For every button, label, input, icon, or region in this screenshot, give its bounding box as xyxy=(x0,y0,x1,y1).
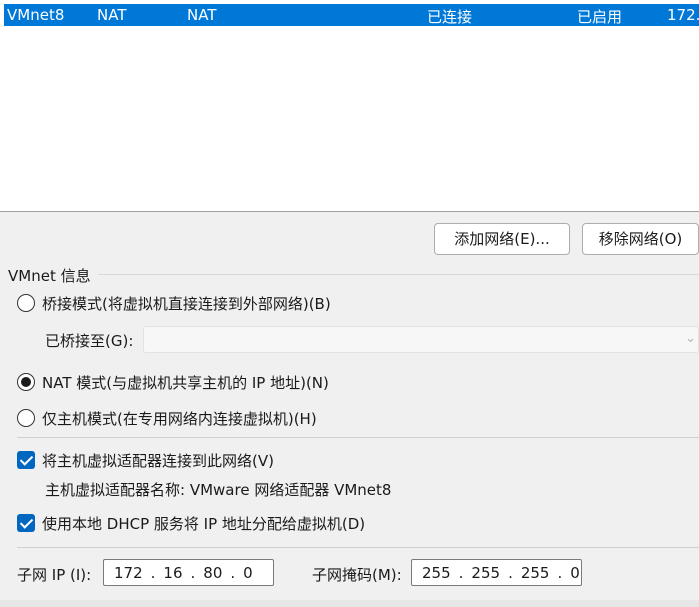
mask-octet[interactable]: 255 xyxy=(521,564,550,582)
mask-octet[interactable]: 255 xyxy=(422,564,451,582)
bridged-mode-label: 桥接模式(将虚拟机直接连接到外部网络)(B) xyxy=(42,294,331,313)
ip-octet[interactable]: 0 xyxy=(243,564,253,582)
group-title: VMnet 信息 xyxy=(8,267,91,285)
use-dhcp-label: 使用本地 DHCP 服务将 IP 地址分配给虚拟机(D) xyxy=(42,514,366,533)
bottom-strip xyxy=(0,600,699,607)
bridged-to-label: 已桥接至(G): xyxy=(45,332,134,350)
subnet-ip-input[interactable]: 172. 16. 80. 0 xyxy=(103,559,274,586)
nat-mode-radio[interactable]: NAT 模式(与虚拟机共享主机的 IP 地址)(N) xyxy=(17,371,329,393)
host-only-mode-label: 仅主机模式(在专用网络内连接虚拟机)(H) xyxy=(42,409,317,428)
subnet-ip-label: 子网 IP (I): xyxy=(17,566,92,584)
section-divider xyxy=(17,547,699,548)
ip-octet[interactable]: 172 xyxy=(114,564,143,582)
nat-mode-label: NAT 模式(与虚拟机共享主机的 IP 地址)(N) xyxy=(42,373,329,392)
ip-octet[interactable]: 16 xyxy=(163,564,182,582)
checkbox-checked-icon[interactable] xyxy=(17,451,35,469)
bridged-mode-radio[interactable]: 桥接模式(将虚拟机直接连接到外部网络)(B) xyxy=(17,292,331,314)
mask-octet[interactable]: 0 xyxy=(570,564,580,582)
section-divider xyxy=(17,437,699,438)
cell-external: NAT xyxy=(187,6,217,24)
network-list[interactable]: VMnet8 NAT NAT 已连接 已启用 172. xyxy=(0,0,699,212)
chevron-down-icon[interactable]: ⌄ xyxy=(685,331,696,346)
radio-unchecked-icon[interactable] xyxy=(17,294,35,312)
cell-name: VMnet8 xyxy=(7,6,65,24)
remove-network-button[interactable]: 移除网络(O) xyxy=(582,223,699,255)
radio-unchecked-icon[interactable] xyxy=(17,409,35,427)
group-divider xyxy=(98,274,699,275)
add-network-button[interactable]: 添加网络(E)... xyxy=(434,223,570,255)
table-row[interactable]: VMnet8 NAT NAT 已连接 已启用 172. xyxy=(4,4,699,26)
host-only-mode-radio[interactable]: 仅主机模式(在专用网络内连接虚拟机)(H) xyxy=(17,407,317,429)
subnet-mask-label: 子网掩码(M): xyxy=(312,566,402,584)
mask-octet[interactable]: 255 xyxy=(471,564,500,582)
checkbox-checked-icon[interactable] xyxy=(17,514,35,532)
adapter-name-text: 主机虚拟适配器名称: VMware 网络适配器 VMnet8 xyxy=(45,481,392,499)
cell-type: NAT xyxy=(97,6,127,24)
connect-adapter-checkbox[interactable]: 将主机虚拟适配器连接到此网络(V) xyxy=(17,449,274,471)
cell-dhcp: 已启用 xyxy=(577,8,623,26)
bridged-to-select[interactable]: ⌄ xyxy=(143,326,699,353)
radio-checked-icon[interactable] xyxy=(17,373,35,391)
cell-host-connection: 已连接 xyxy=(427,8,473,26)
cell-subnet: 172. xyxy=(667,6,699,24)
use-dhcp-checkbox[interactable]: 使用本地 DHCP 服务将 IP 地址分配给虚拟机(D) xyxy=(17,512,365,534)
ip-octet[interactable]: 80 xyxy=(203,564,222,582)
subnet-mask-input[interactable]: 255. 255. 255. 0 xyxy=(411,559,582,586)
connect-adapter-label: 将主机虚拟适配器连接到此网络(V) xyxy=(42,451,274,470)
